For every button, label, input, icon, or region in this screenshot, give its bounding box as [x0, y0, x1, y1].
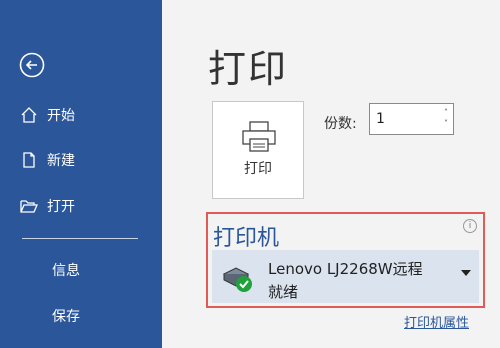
- sidebar-item-label: 打开: [47, 199, 75, 215]
- print-button-label: 打印: [244, 161, 272, 177]
- sidebar-item-label: 开始: [47, 108, 75, 124]
- sidebar-item-info[interactable]: 信息: [52, 258, 80, 282]
- printer-status: 就绪: [268, 283, 299, 301]
- backstage-sidebar: 开始 新建 打开 信息 保存: [0, 0, 162, 348]
- copies-spin-buttons[interactable]: ˄ ˅: [444, 107, 448, 129]
- sidebar-item-home[interactable]: 开始: [20, 103, 75, 127]
- printer-heading: 打印机: [213, 226, 280, 251]
- printer-name: Lenovo LJ2268W远程: [268, 260, 423, 278]
- print-pane: 打印 打印 份数: 1 ˄ ˅ 打印机 i Lenovo LJ2268W远程 就绪: [162, 0, 500, 348]
- sidebar-item-open[interactable]: 打开: [20, 194, 75, 218]
- printer-properties-link[interactable]: 打印机属性: [404, 312, 469, 331]
- chevron-down-icon: [461, 270, 471, 276]
- back-arrow-icon[interactable]: [19, 52, 45, 78]
- home-icon: [21, 107, 37, 123]
- sidebar-item-label: 信息: [52, 263, 80, 279]
- printer-ready-icon: [222, 267, 252, 292]
- new-document-icon: [23, 152, 35, 168]
- open-folder-icon: [20, 200, 38, 213]
- printer-section: 打印机 i Lenovo LJ2268W远程 就绪: [206, 212, 485, 308]
- sidebar-divider: [22, 238, 138, 239]
- copies-value: 1: [376, 111, 385, 127]
- sidebar-item-save[interactable]: 保存: [52, 304, 80, 328]
- page-title: 打印: [208, 47, 289, 91]
- sidebar-item-label: 保存: [52, 309, 80, 325]
- printer-dropdown[interactable]: Lenovo LJ2268W远程 就绪: [212, 250, 479, 303]
- sidebar-item-new[interactable]: 新建: [20, 148, 75, 172]
- print-button[interactable]: 打印: [212, 101, 304, 199]
- printer-icon: [242, 121, 276, 152]
- info-icon[interactable]: i: [463, 219, 477, 233]
- copies-label: 份数:: [324, 116, 357, 132]
- copies-stepper[interactable]: 1 ˄ ˅: [369, 103, 454, 135]
- sidebar-item-label: 新建: [47, 153, 75, 169]
